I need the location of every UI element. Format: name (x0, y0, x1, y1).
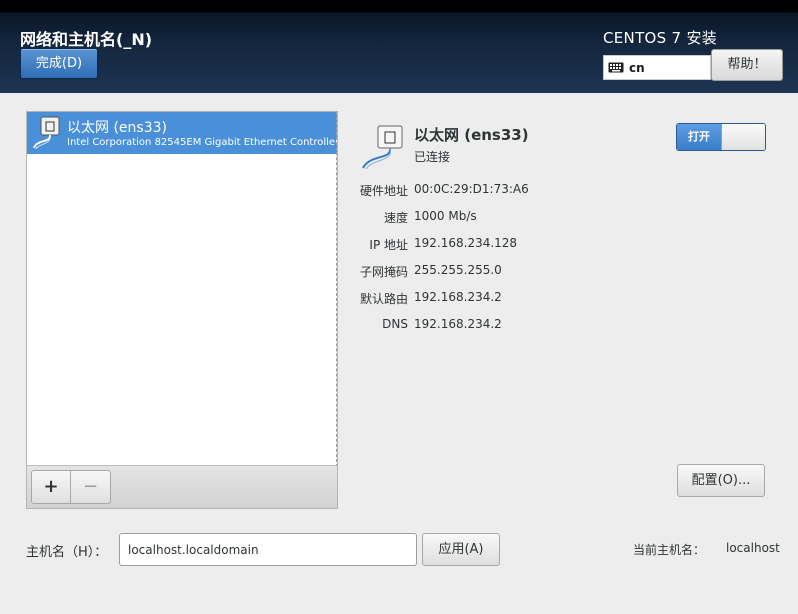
property-value-dns: 192.168.234.2 (414, 317, 502, 331)
hostname-label: 主机名（H）： (26, 545, 108, 560)
property-value-hw-address: 00:0C:29:D1:73:A6 (414, 182, 529, 196)
apply-hostname-button[interactable]: 应用(A) (422, 533, 500, 566)
configure-button[interactable]: 配置(O)... (677, 464, 765, 497)
install-title: CENTOS 7 安装 (603, 29, 718, 47)
device-name: 以太网 (ens33) (67, 120, 167, 136)
property-label-hw-address: 硬件地址 (359, 184, 408, 198)
current-hostname-value: localhost (726, 541, 780, 555)
add-device-button[interactable]: + (31, 470, 71, 504)
property-value-subnet-mask: 255.255.255.0 (414, 263, 502, 277)
device-list-content: 以太网 (ens33) Intel Corporation 82545EM Gi… (27, 112, 337, 467)
list-item[interactable]: 以太网 (ens33) Intel Corporation 82545EM Gi… (27, 112, 337, 154)
connection-status: 已连接 (414, 150, 451, 164)
network-device-list: 以太网 (ens33) Intel Corporation 82545EM Gi… (26, 111, 338, 509)
property-value-default-route: 192.168.234.2 (414, 290, 502, 304)
property-label-dns: DNS (382, 317, 408, 331)
current-hostname-label: 当前主机名： (633, 543, 706, 557)
keyboard-layout-indicator[interactable]: cn (603, 55, 711, 80)
property-value-ip-address: 192.168.234.128 (414, 236, 518, 250)
device-list-toolbar: + − (27, 465, 337, 508)
toggle-on-label: 打开 (677, 124, 721, 150)
property-label-default-route: 默认路由 (359, 292, 408, 306)
device-description: Intel Corporation 82545EM Gigabit Ethern… (67, 137, 337, 148)
property-label-speed: 速度 (383, 211, 408, 225)
keyboard-layout-label: cn (629, 60, 645, 75)
top-bar: 网络和主机名(_N) 完成(D) CENTOS 7 安装 cn 帮助！ (0, 0, 798, 93)
hostname-input[interactable] (119, 533, 417, 566)
help-button[interactable]: 帮助！ (711, 49, 783, 81)
connection-toggle[interactable]: 打开 (676, 123, 766, 151)
toggle-knob[interactable] (721, 124, 765, 150)
ethernet-icon (360, 124, 406, 170)
page-title: 网络和主机名(_N) (20, 30, 153, 49)
remove-device-button[interactable]: − (71, 470, 111, 504)
property-label-subnet-mask: 子网掩码 (359, 265, 408, 279)
ethernet-icon (31, 115, 63, 151)
property-value-speed: 1000 Mb/s (414, 209, 477, 223)
keyboard-icon (608, 62, 624, 73)
property-label-ip-address: IP 地址 (369, 238, 408, 252)
device-detail-name: 以太网 (ens33) (414, 126, 529, 144)
done-button[interactable]: 完成(D) (20, 48, 98, 79)
